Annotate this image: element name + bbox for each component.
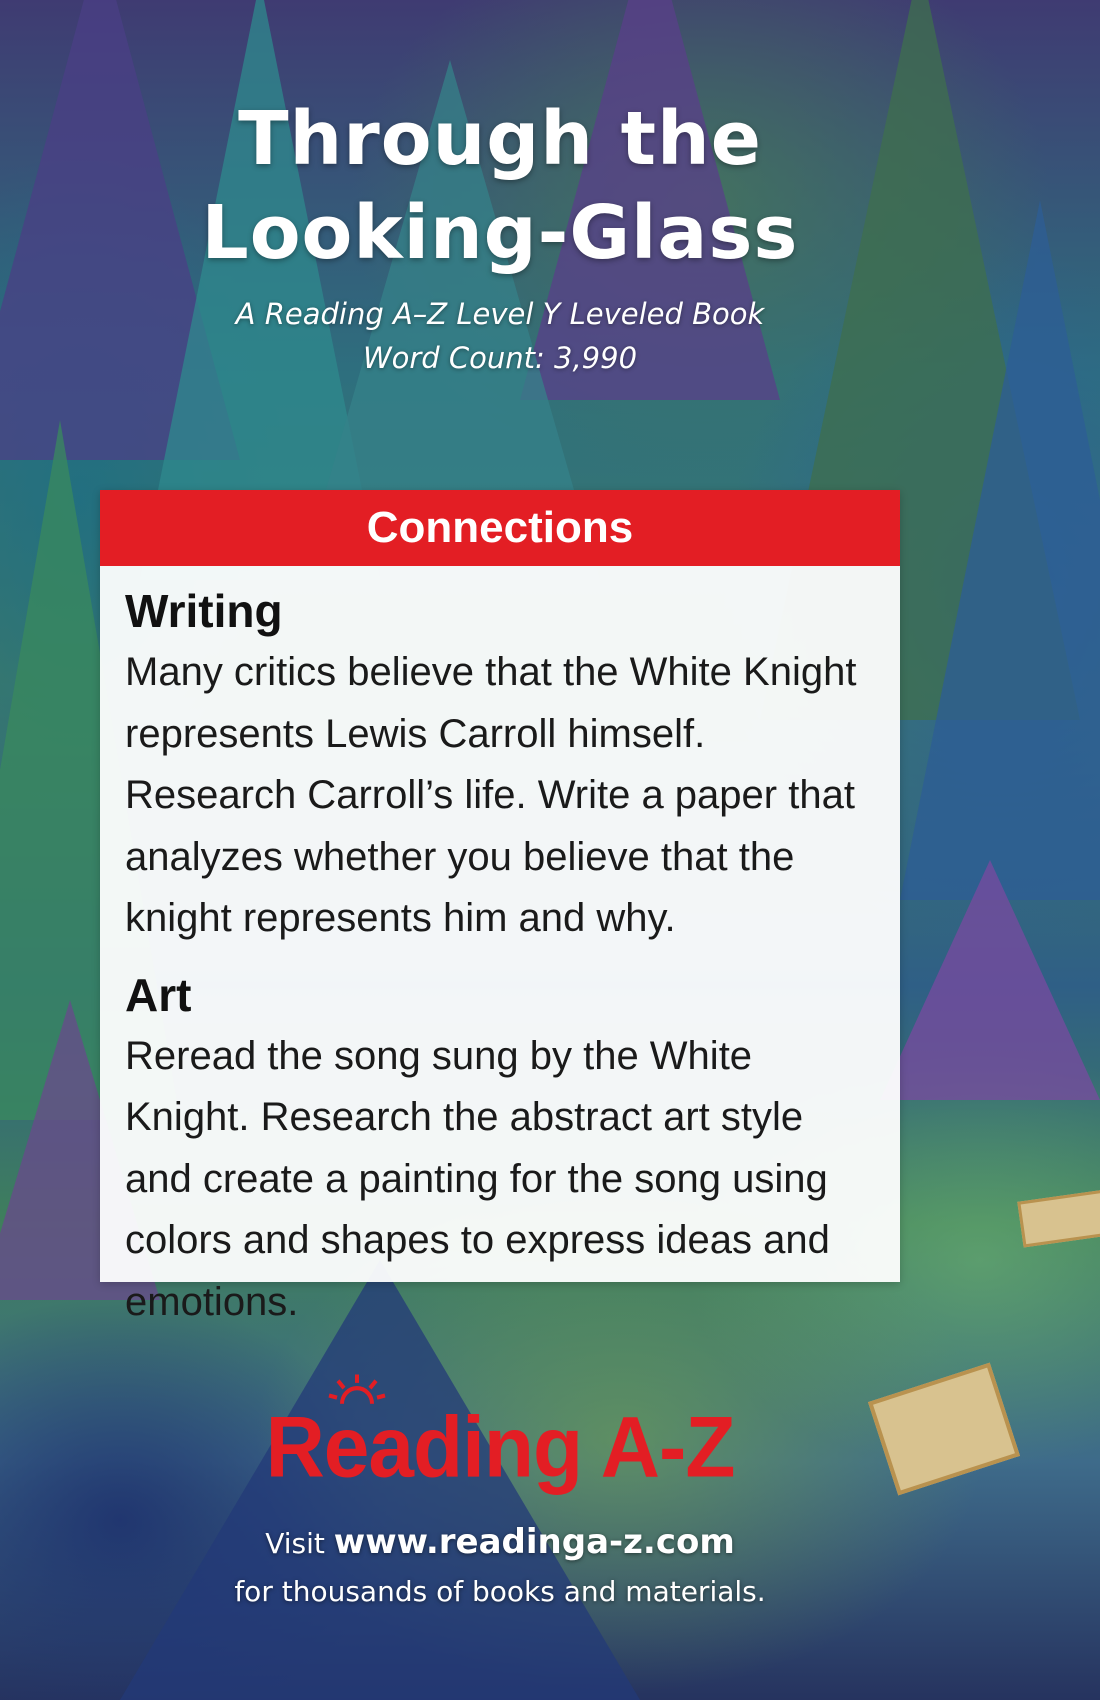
section-heading-art: Art — [125, 968, 192, 1021]
tree-shape — [880, 860, 1100, 1100]
logo-text: Reading A-Z — [265, 1374, 736, 1501]
connections-body: Writing Many critics believe that the Wh… — [100, 566, 900, 1333]
footer-visit-line: Visit www.readinga-z.com — [0, 1518, 1000, 1568]
section-heading-writing: Writing — [125, 585, 283, 637]
visit-prefix: Visit — [265, 1527, 334, 1560]
section-text-art: Reread the song sung by the White Knight… — [125, 1033, 830, 1324]
book-level: A Reading A–Z Level Y Leveled Book — [235, 297, 765, 331]
section-text-writing: Many critics believe that the White Knig… — [125, 650, 857, 940]
connections-header: Connections — [100, 490, 900, 566]
book-title-line: Looking-Glass — [201, 190, 799, 276]
book-subtitle: A Reading A–Z Level Y Leveled Book Word … — [0, 292, 1000, 380]
book-title: Through the Looking-Glass — [0, 92, 1000, 280]
footer-info: Visit www.readinga-z.com for thousands o… — [0, 1518, 1000, 1616]
reading-az-logo: Reading A-Z — [0, 1374, 1000, 1501]
footer-tagline: for thousands of books and materials. — [234, 1575, 766, 1608]
website-link[interactable]: www.readinga-z.com — [334, 1522, 735, 1562]
book-title-line: Through the — [238, 96, 762, 182]
word-count: Word Count: 3,990 — [362, 341, 638, 375]
sun-rays-icon — [328, 1374, 386, 1404]
logo-label: Reading A-Z — [265, 1399, 736, 1496]
sandwich-illustration — [1017, 1188, 1100, 1248]
connections-card: Connections Writing Many critics believe… — [100, 490, 900, 1324]
